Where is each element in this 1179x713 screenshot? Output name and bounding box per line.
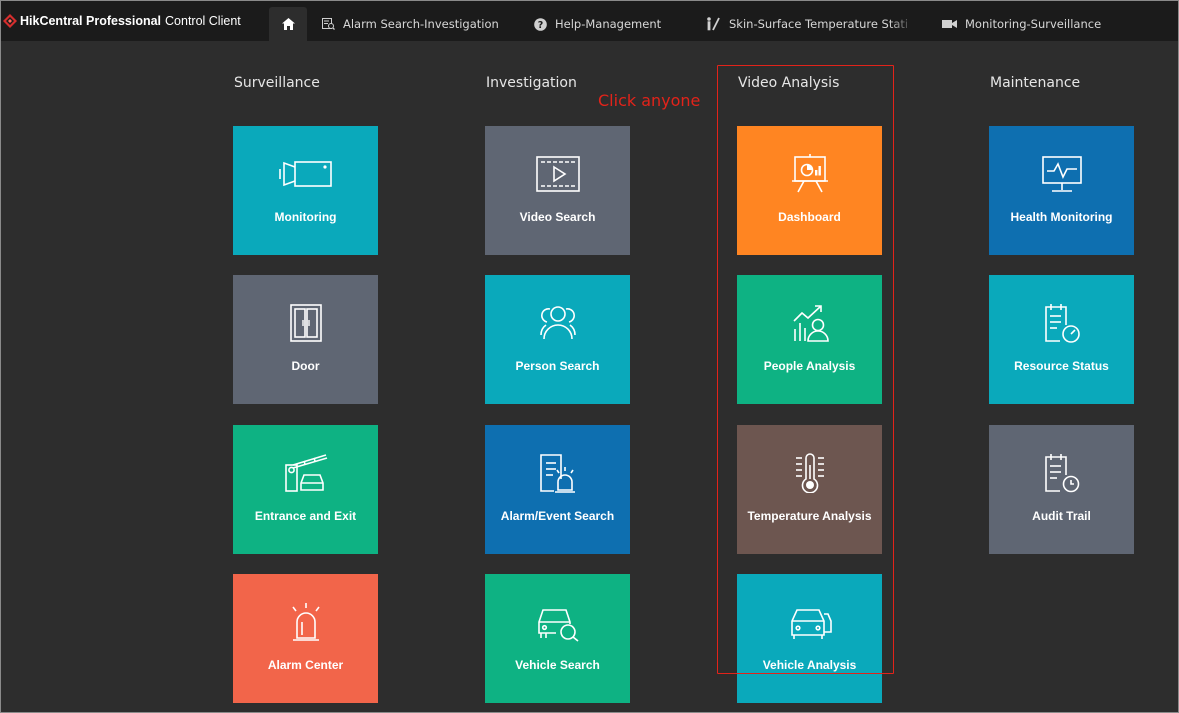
camera-icon <box>942 19 957 29</box>
app-window: HikCentral Professional Control Client A… <box>0 0 1179 713</box>
annotation-text: Click anyone <box>598 91 701 110</box>
tile-label: Vehicle Search <box>515 658 600 672</box>
camera-icon <box>278 161 332 187</box>
dashboard-presentation-icon <box>791 154 828 193</box>
top-bar: HikCentral Professional Control Client A… <box>1 1 1178 41</box>
tile-video-search[interactable]: Video Search <box>485 126 630 255</box>
tile-label: Video Search <box>519 210 596 224</box>
column-title-maintenance: Maintenance <box>990 75 1081 91</box>
tile-person-search[interactable]: Person Search <box>485 275 630 404</box>
door-icon <box>289 304 322 342</box>
alarm-document-icon <box>539 454 575 493</box>
tab-help-management[interactable]: ? Help-Management <box>522 7 692 41</box>
tile-label: Audit Trail <box>1032 509 1091 523</box>
app-logo: HikCentral Professional Control Client <box>3 1 241 41</box>
hikcentral-logo-icon <box>3 14 17 28</box>
tab-skin-surface-temperature[interactable]: Skin-Surface Temperature Stati <box>693 7 915 41</box>
tile-label: Alarm Center <box>267 658 344 672</box>
svg-text:?: ? <box>538 20 544 31</box>
brand-name: HikCentral Professional <box>20 14 162 28</box>
tile-label: Person Search <box>515 359 600 373</box>
people-trend-icon <box>792 305 829 342</box>
tile-alarm-event-search[interactable]: Alarm/Event Search <box>485 425 630 554</box>
tile-label: Vehicle Analysis <box>762 658 857 672</box>
home-icon <box>281 18 295 30</box>
tile-entrance-and-exit[interactable]: Entrance and Exit <box>233 425 378 554</box>
tile-monitoring[interactable]: Monitoring <box>233 126 378 255</box>
tile-vehicle-analysis[interactable]: Vehicle Analysis <box>737 574 882 703</box>
tile-label: Resource Status <box>1014 359 1109 373</box>
tab-monitoring-surveillance[interactable]: Monitoring-Surveillance <box>930 7 1130 41</box>
column-title-surveillance: Surveillance <box>234 75 320 91</box>
tab-label: Skin-Surface Temperature Stati <box>729 17 909 31</box>
tab-label: Help-Management <box>555 17 662 31</box>
tile-resource-status[interactable]: Resource Status <box>989 275 1134 404</box>
tab-label: Monitoring-Surveillance <box>965 17 1102 31</box>
health-monitor-icon <box>1041 156 1082 192</box>
tile-label: Entrance and Exit <box>254 509 357 523</box>
alarm-search-icon <box>322 18 335 30</box>
tab-label: Alarm Search-Investigation <box>343 17 499 31</box>
tile-label: Monitoring <box>274 210 337 224</box>
thermometer-icon <box>795 453 824 493</box>
tab-alarm-search-investigation[interactable]: Alarm Search-Investigation <box>310 7 510 41</box>
column-title-video-analysis: Video Analysis <box>738 75 840 91</box>
column-title-investigation: Investigation <box>486 75 577 91</box>
help-icon: ? <box>534 17 547 31</box>
audit-calendar-icon <box>1044 454 1079 493</box>
vehicle-icon <box>790 609 832 639</box>
tile-label: Dashboard <box>778 210 841 224</box>
tile-alarm-center[interactable]: Alarm Center <box>233 574 378 703</box>
barrier-gate-icon <box>284 454 327 492</box>
tile-people-analysis[interactable]: People Analysis <box>737 275 882 404</box>
tile-label: People Analysis <box>763 359 856 373</box>
vehicle-search-icon <box>537 609 578 642</box>
tile-label: Door <box>291 359 320 373</box>
brand-suffix: Control Client <box>165 14 241 28</box>
tab-home[interactable] <box>269 7 307 41</box>
alarm-light-icon <box>291 603 320 641</box>
tile-door[interactable]: Door <box>233 275 378 404</box>
people-icon <box>539 306 576 340</box>
tile-temperature-analysis[interactable]: Temperature Analysis <box>737 425 882 554</box>
tile-health-monitoring[interactable]: Health Monitoring <box>989 126 1134 255</box>
tile-label: Alarm/Event Search <box>500 509 615 523</box>
tile-label: Health Monitoring <box>1010 210 1113 224</box>
temperature-stats-icon <box>705 17 721 31</box>
tile-dashboard[interactable]: Dashboard <box>737 126 882 255</box>
tile-label: Temperature Analysis <box>747 509 872 523</box>
tile-vehicle-search[interactable]: Vehicle Search <box>485 574 630 703</box>
resource-status-icon <box>1044 304 1080 343</box>
video-play-icon <box>535 156 580 192</box>
tile-audit-trail[interactable]: Audit Trail <box>989 425 1134 554</box>
